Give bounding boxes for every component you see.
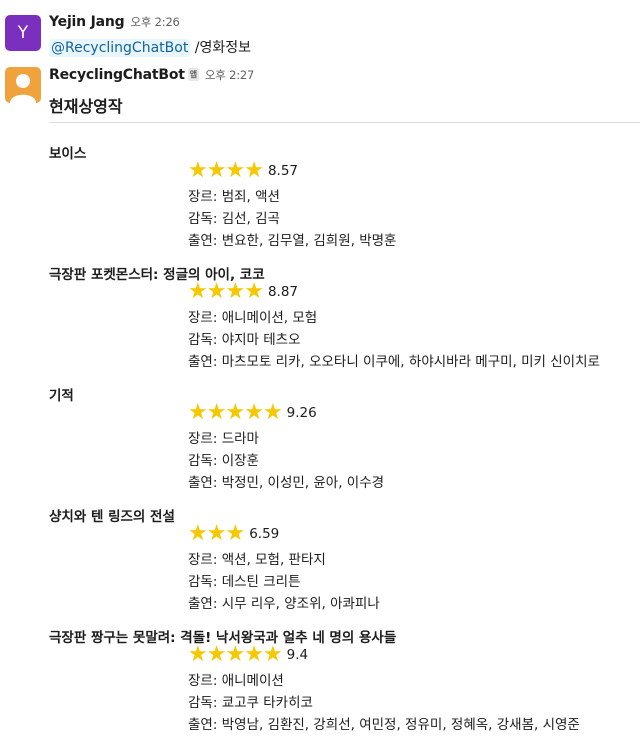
- genre-label: 장르:: [188, 673, 222, 689]
- rating-value: 8.87: [267, 284, 298, 300]
- star-icon: ★: [262, 400, 283, 425]
- rating-value: 6.59: [249, 526, 280, 542]
- star-icon: ★: [206, 400, 227, 425]
- genre-line: 장르: 범죄, 액션: [188, 185, 280, 205]
- star-icon: ★: [244, 642, 264, 667]
- star-icon: ★: [188, 521, 208, 546]
- star-icon: ★: [206, 158, 227, 183]
- bot-timestamp[interactable]: 오후 2:27: [205, 68, 254, 82]
- mention-link[interactable]: @RecyclingChatBot: [49, 39, 191, 57]
- app-badge: 앱: [187, 68, 199, 81]
- cast-value: 박정민, 이성민, 윤아, 이수경: [221, 475, 385, 491]
- sender-name[interactable]: Yejin Jang: [49, 14, 125, 30]
- movie-title: 샹치와 텐 링즈의 전설: [49, 509, 175, 525]
- cast-label: 출연:: [188, 475, 222, 491]
- star-rating: ★ ★ ★ ★ 8.87: [188, 281, 298, 303]
- star-rating: ★ ★ ★ ★ ★ 9.26: [188, 402, 317, 424]
- director-label: 감독:: [188, 211, 222, 227]
- star-icon: ★: [225, 158, 246, 183]
- cast-value: 변요한, 김무열, 김희원, 박명훈: [221, 233, 397, 249]
- genre-line: 장르: 액션, 모험, 판타지: [188, 548, 326, 568]
- star-icon: ★: [244, 158, 264, 183]
- genre-value: 범죄, 액션: [221, 189, 280, 205]
- genre-label: 장르:: [188, 310, 222, 326]
- star-icon: ★: [206, 642, 227, 667]
- genre-label: 장르:: [188, 189, 222, 205]
- star-icon: ★: [244, 400, 264, 425]
- message-body: @RecyclingChatBot /영화정보: [49, 37, 251, 57]
- cast-value: 박영남, 김환진, 강희선, 여민정, 정유미, 정혜옥, 강새봄, 시영준: [221, 717, 580, 733]
- genre-label: 장르:: [188, 552, 222, 568]
- star-icon: ★: [225, 400, 246, 425]
- bot-message-header: RecyclingChatBot 앱 오후 2:27: [49, 67, 254, 83]
- movie-title: 기적: [49, 388, 74, 404]
- director-line: 감독: 쿄고쿠 타카히코: [188, 691, 313, 711]
- director-value: 쿄고쿠 타카히코: [221, 695, 313, 711]
- star-rating: ★ ★ ★ ★ ★ 9.4: [188, 644, 308, 666]
- cast-line: 출연: 시무 리우, 양조위, 아콰피나: [188, 592, 380, 612]
- director-value: 김선, 김곡: [221, 211, 280, 227]
- cast-line: 출연: 박영남, 김환진, 강희선, 여민정, 정유미, 정혜옥, 강새봄, 시…: [188, 713, 580, 733]
- section-heading: 현재상영작: [49, 97, 123, 116]
- director-value: 이장훈: [221, 453, 259, 469]
- star-icon: ★: [244, 279, 264, 304]
- genre-value: 애니메이션, 모험: [221, 310, 318, 326]
- genre-value: 애니메이션: [221, 673, 284, 689]
- star-icon: ★: [188, 642, 208, 667]
- genre-value: 액션, 모험, 판타지: [221, 552, 326, 568]
- cast-label: 출연:: [188, 354, 222, 370]
- director-value: 야지마 테츠오: [221, 332, 301, 348]
- director-line: 감독: 데스틴 크리튼: [188, 570, 301, 590]
- cast-line: 출연: 마츠모토 리카, 오오타니 이쿠에, 하야시바라 메구미, 미키 신이치…: [188, 350, 600, 370]
- message-header: Yejin Jang 오후 2:26: [49, 14, 180, 30]
- director-label: 감독:: [188, 332, 222, 348]
- genre-value: 드라마: [221, 431, 259, 447]
- star-icon: ★: [206, 279, 227, 304]
- genre-line: 장르: 애니메이션: [188, 669, 284, 689]
- director-label: 감독:: [188, 695, 222, 711]
- star-icon: ★: [225, 521, 246, 546]
- cast-label: 출연:: [188, 233, 222, 249]
- star-icon: ★: [206, 521, 227, 546]
- timestamp[interactable]: 오후 2:26: [130, 15, 179, 29]
- genre-line: 장르: 드라마: [188, 427, 259, 447]
- rating-value: 9.4: [286, 647, 309, 663]
- user-avatar[interactable]: Y: [5, 15, 41, 51]
- cast-value: 마츠모토 리카, 오오타니 이쿠에, 하야시바라 메구미, 미키 신이치로: [221, 354, 600, 370]
- director-label: 감독:: [188, 453, 222, 469]
- cast-line: 출연: 변요한, 김무열, 김희원, 박명훈: [188, 229, 396, 249]
- user-message: Y Yejin Jang 오후 2:26 @RecyclingChatBot /영…: [0, 0, 640, 60]
- bot-sender-name[interactable]: RecyclingChatBot: [49, 67, 185, 83]
- star-icon: ★: [262, 642, 283, 667]
- rating-value: 9.26: [286, 405, 317, 421]
- bot-avatar[interactable]: [5, 67, 41, 103]
- cast-line: 출연: 박정민, 이성민, 윤아, 이수경: [188, 471, 384, 491]
- command-text: /영화정보: [194, 40, 252, 56]
- star-icon: ★: [188, 400, 208, 425]
- cast-value: 시무 리우, 양조위, 아콰피나: [221, 596, 380, 612]
- director-line: 감독: 이장훈: [188, 449, 259, 469]
- rating-value: 8.57: [267, 163, 298, 179]
- star-icon: ★: [188, 158, 208, 183]
- director-label: 감독:: [188, 574, 222, 590]
- movie-title: 보이스: [49, 146, 87, 162]
- cast-label: 출연:: [188, 596, 222, 612]
- genre-line: 장르: 애니메이션, 모험: [188, 306, 317, 326]
- divider: [49, 122, 640, 123]
- star-rating: ★ ★ ★ 6.59: [188, 523, 279, 545]
- director-line: 감독: 야지마 테츠오: [188, 328, 301, 348]
- director-value: 데스틴 크리튼: [221, 574, 301, 590]
- genre-label: 장르:: [188, 431, 222, 447]
- director-line: 감독: 김선, 김곡: [188, 207, 280, 227]
- star-icon: ★: [188, 279, 208, 304]
- cast-label: 출연:: [188, 717, 222, 733]
- person-silhouette-icon: [5, 67, 41, 103]
- star-icon: ★: [225, 642, 246, 667]
- star-icon: ★: [225, 279, 246, 304]
- star-rating: ★ ★ ★ ★ 8.57: [188, 160, 298, 182]
